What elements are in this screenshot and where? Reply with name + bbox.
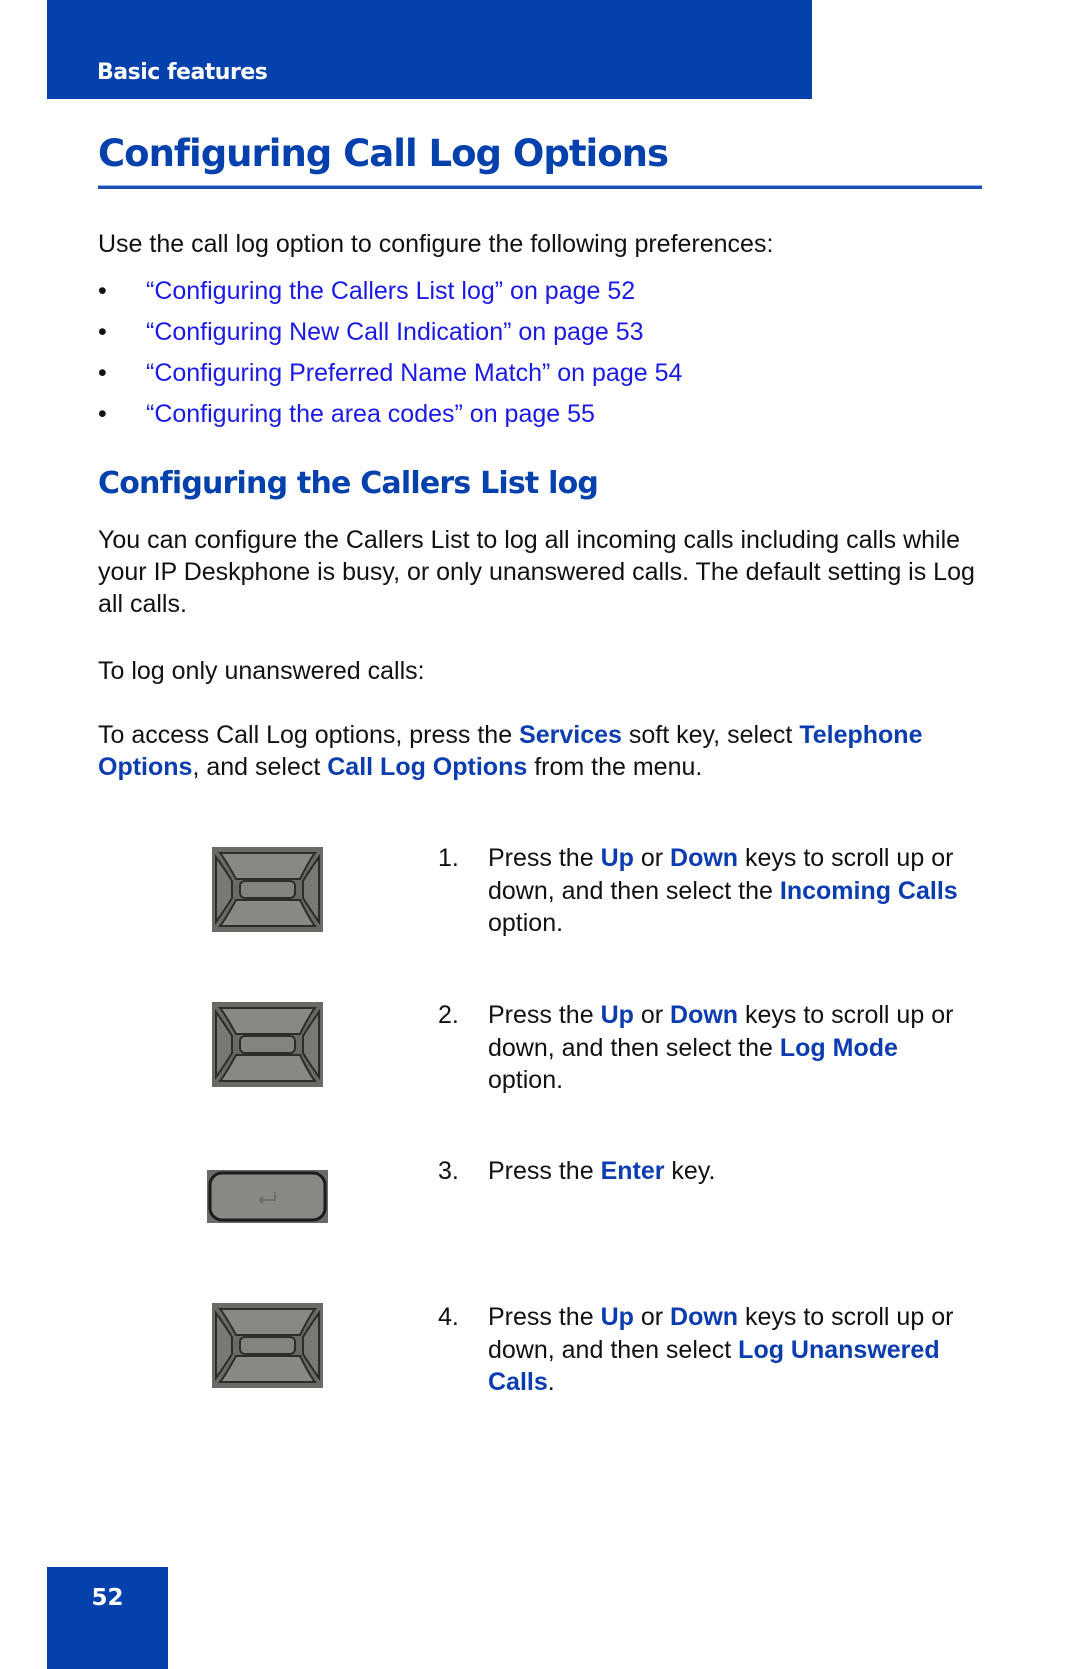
bullet-icon: •: [98, 318, 107, 346]
navigation-keypad-icon: [212, 1303, 323, 1388]
header-banner: Basic features: [47, 0, 812, 99]
term-up: Up: [600, 844, 634, 872]
link-area-codes[interactable]: “Configuring the area codes” on page 55: [146, 398, 595, 439]
link-preferred-name-match[interactable]: “Configuring Preferred Name Match” on pa…: [146, 357, 682, 398]
step-text: Press the Up or Down keys to scroll up o…: [488, 1303, 954, 1396]
term-down: Down: [670, 1001, 739, 1029]
step-3: 3. Press the Enter key.: [438, 1155, 978, 1188]
link-list: • “Configuring the Callers List log” on p…: [98, 275, 682, 439]
page-number: 52: [91, 1585, 124, 1611]
term-incoming-calls: Incoming Calls: [779, 876, 958, 905]
step-1: 1. Press the Up or Down keys to scroll u…: [438, 842, 978, 940]
instruction-lead: To log only unanswered calls:: [98, 657, 425, 685]
link-new-call-indication[interactable]: “Configuring New Call Indication” on pag…: [146, 316, 644, 357]
step-text: Press the Enter key.: [488, 1157, 716, 1185]
step-2: 2. Press the Up or Down keys to scroll u…: [438, 999, 978, 1097]
term-down: Down: [670, 1303, 739, 1331]
description-paragraph: You can configure the Callers List to lo…: [98, 526, 975, 618]
term-down: Down: [670, 844, 739, 872]
term-call-log-options: Call Log Options: [327, 753, 528, 781]
term-log-mode: Log Mode: [779, 1033, 898, 1062]
access-instructions: To access Call Log options, press the Se…: [98, 721, 923, 781]
page-title: Configuring Call Log Options: [98, 132, 669, 175]
bullet-icon: •: [98, 400, 107, 428]
link-callers-list-log[interactable]: “Configuring the Callers List log” on pa…: [146, 275, 635, 316]
term-services: Services: [519, 721, 622, 749]
list-item: • “Configuring the area codes” on page 55: [98, 398, 682, 439]
step-number: 1.: [438, 844, 459, 872]
page-number-box: 52: [47, 1567, 168, 1669]
bullet-icon: •: [98, 277, 107, 305]
navigation-keypad-icon: [212, 1002, 323, 1087]
term-up: Up: [600, 1303, 634, 1331]
title-divider: [98, 186, 982, 189]
term-up: Up: [600, 1001, 634, 1029]
intro-text: Use the call log option to configure the…: [98, 230, 774, 258]
section-heading: Configuring the Callers List log: [98, 466, 599, 501]
step-number: 3.: [438, 1157, 459, 1185]
navigation-keypad-icon: [212, 847, 323, 932]
step-number: 2.: [438, 1001, 459, 1029]
step-4: 4. Press the Up or Down keys to scroll u…: [438, 1301, 978, 1399]
enter-key-icon: [207, 1170, 328, 1223]
section-label: Basic features: [97, 60, 268, 85]
step-number: 4.: [438, 1303, 459, 1331]
term-enter: Enter: [600, 1157, 665, 1185]
bullet-icon: •: [98, 359, 107, 387]
list-item: • “Configuring New Call Indication” on pa…: [98, 316, 682, 357]
step-text: Press the Up or Down keys to scroll up o…: [488, 844, 958, 937]
step-text: Press the Up or Down keys to scroll up o…: [488, 1001, 954, 1094]
list-item: • “Configuring the Callers List log” on p…: [98, 275, 682, 316]
list-item: • “Configuring Preferred Name Match” on p…: [98, 357, 682, 398]
